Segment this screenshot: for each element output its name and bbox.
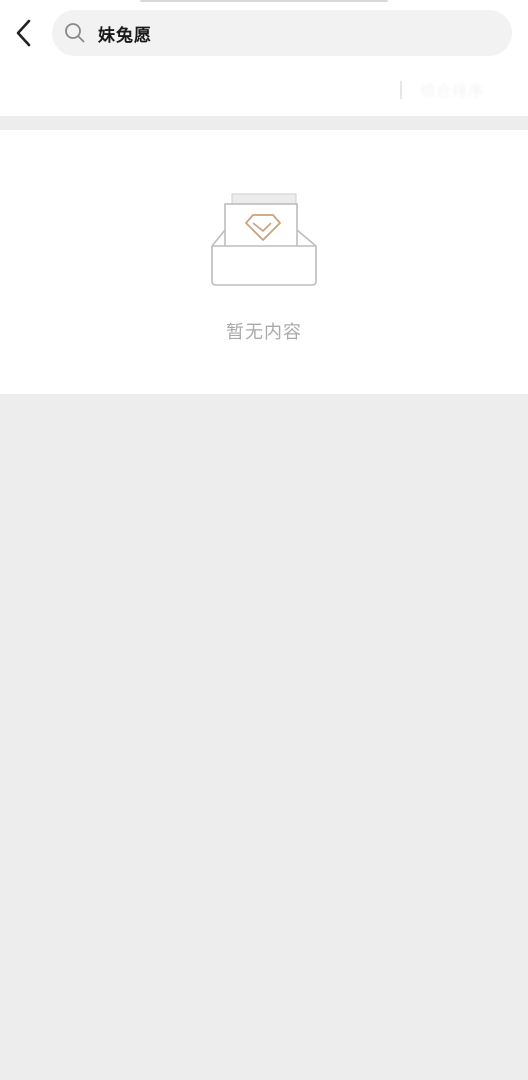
section-gap xyxy=(0,116,528,130)
results-panel: 暂无内容 xyxy=(0,130,528,394)
header-bar: 妹兔愿 综合排序 xyxy=(0,0,528,116)
search-input[interactable]: 妹兔愿 xyxy=(52,10,512,56)
sort-filter-label: 综合排序 xyxy=(420,81,485,100)
back-button[interactable] xyxy=(6,14,42,52)
empty-state-message: 暂无内容 xyxy=(226,322,302,343)
back-arrow-icon xyxy=(16,19,31,47)
sort-filter[interactable]: 综合排序 xyxy=(400,78,512,102)
search-icon xyxy=(64,22,86,44)
search-query-text: 妹兔愿 xyxy=(98,25,152,46)
top-indicator xyxy=(140,0,388,2)
page-background xyxy=(0,394,528,1080)
empty-box-diamond-icon xyxy=(211,193,317,286)
filter-divider xyxy=(400,81,402,99)
